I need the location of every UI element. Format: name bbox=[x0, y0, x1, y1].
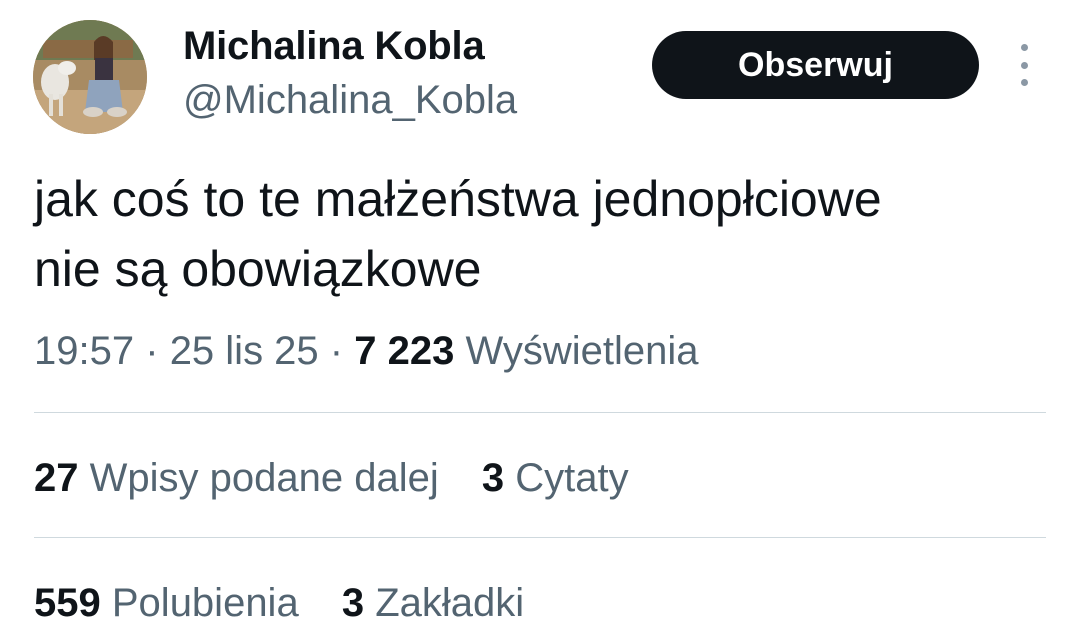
author-handle[interactable]: @Michalina_Kobla bbox=[183, 76, 517, 124]
tweet-time[interactable]: 19:57 bbox=[34, 329, 134, 373]
follow-button[interactable]: Obserwuj bbox=[652, 31, 979, 99]
bookmarks-stat[interactable]: 3 Zakładki bbox=[342, 578, 524, 628]
profile-photo-image bbox=[33, 20, 147, 134]
dot bbox=[1020, 79, 1028, 86]
tweet-date[interactable]: 25 lis 25 bbox=[170, 329, 319, 373]
tweet-text-line: nie są obowiązkowe bbox=[34, 241, 482, 297]
divider bbox=[34, 412, 1046, 413]
quotes-label: Cytaty bbox=[515, 456, 629, 500]
bookmarks-count: 3 bbox=[341, 581, 365, 625]
views-label: Wyświetlenia bbox=[465, 329, 699, 373]
reposts-stat[interactable]: 27 Wpisy podane dalej bbox=[34, 453, 439, 503]
reposts-count: 27 bbox=[34, 456, 79, 500]
dot bbox=[1020, 44, 1028, 51]
reposts-label: Wpisy podane dalej bbox=[89, 456, 439, 500]
likes-label: Polubienia bbox=[111, 581, 299, 625]
avatar[interactable] bbox=[33, 20, 147, 134]
more-options-icon[interactable] bbox=[1010, 44, 1038, 86]
tweet-text-line: jak coś to te małżeństwa jednopłciowe bbox=[34, 171, 882, 227]
tweet-text: jak coś to te małżeństwa jednopłciowe ni… bbox=[34, 164, 1044, 304]
tweet-detail: Michalina Kobla @Michalina_Kobla Obserwu… bbox=[0, 0, 1080, 636]
meta-separator: · bbox=[329, 329, 344, 373]
likes-count: 559 bbox=[34, 581, 101, 625]
quotes-stat[interactable]: 3 Cytaty bbox=[482, 453, 629, 503]
stats-row-engagement: 27 Wpisy podane dalej 3 Cytaty bbox=[34, 453, 661, 503]
views-count: 7 223 bbox=[354, 329, 455, 373]
stats-row-reactions: 559 Polubienia 3 Zakładki bbox=[34, 578, 556, 628]
quotes-count: 3 bbox=[481, 456, 505, 500]
author-display-name[interactable]: Michalina Kobla bbox=[183, 22, 485, 70]
likes-stat[interactable]: 559 Polubienia bbox=[34, 578, 299, 628]
meta-separator: · bbox=[145, 329, 159, 373]
dot bbox=[1020, 61, 1028, 69]
divider bbox=[34, 537, 1046, 538]
bookmarks-label: Zakładki bbox=[375, 581, 525, 625]
tweet-meta: 19:57 · 25 lis 25 · 7 223 Wyświetlenia bbox=[34, 326, 699, 376]
